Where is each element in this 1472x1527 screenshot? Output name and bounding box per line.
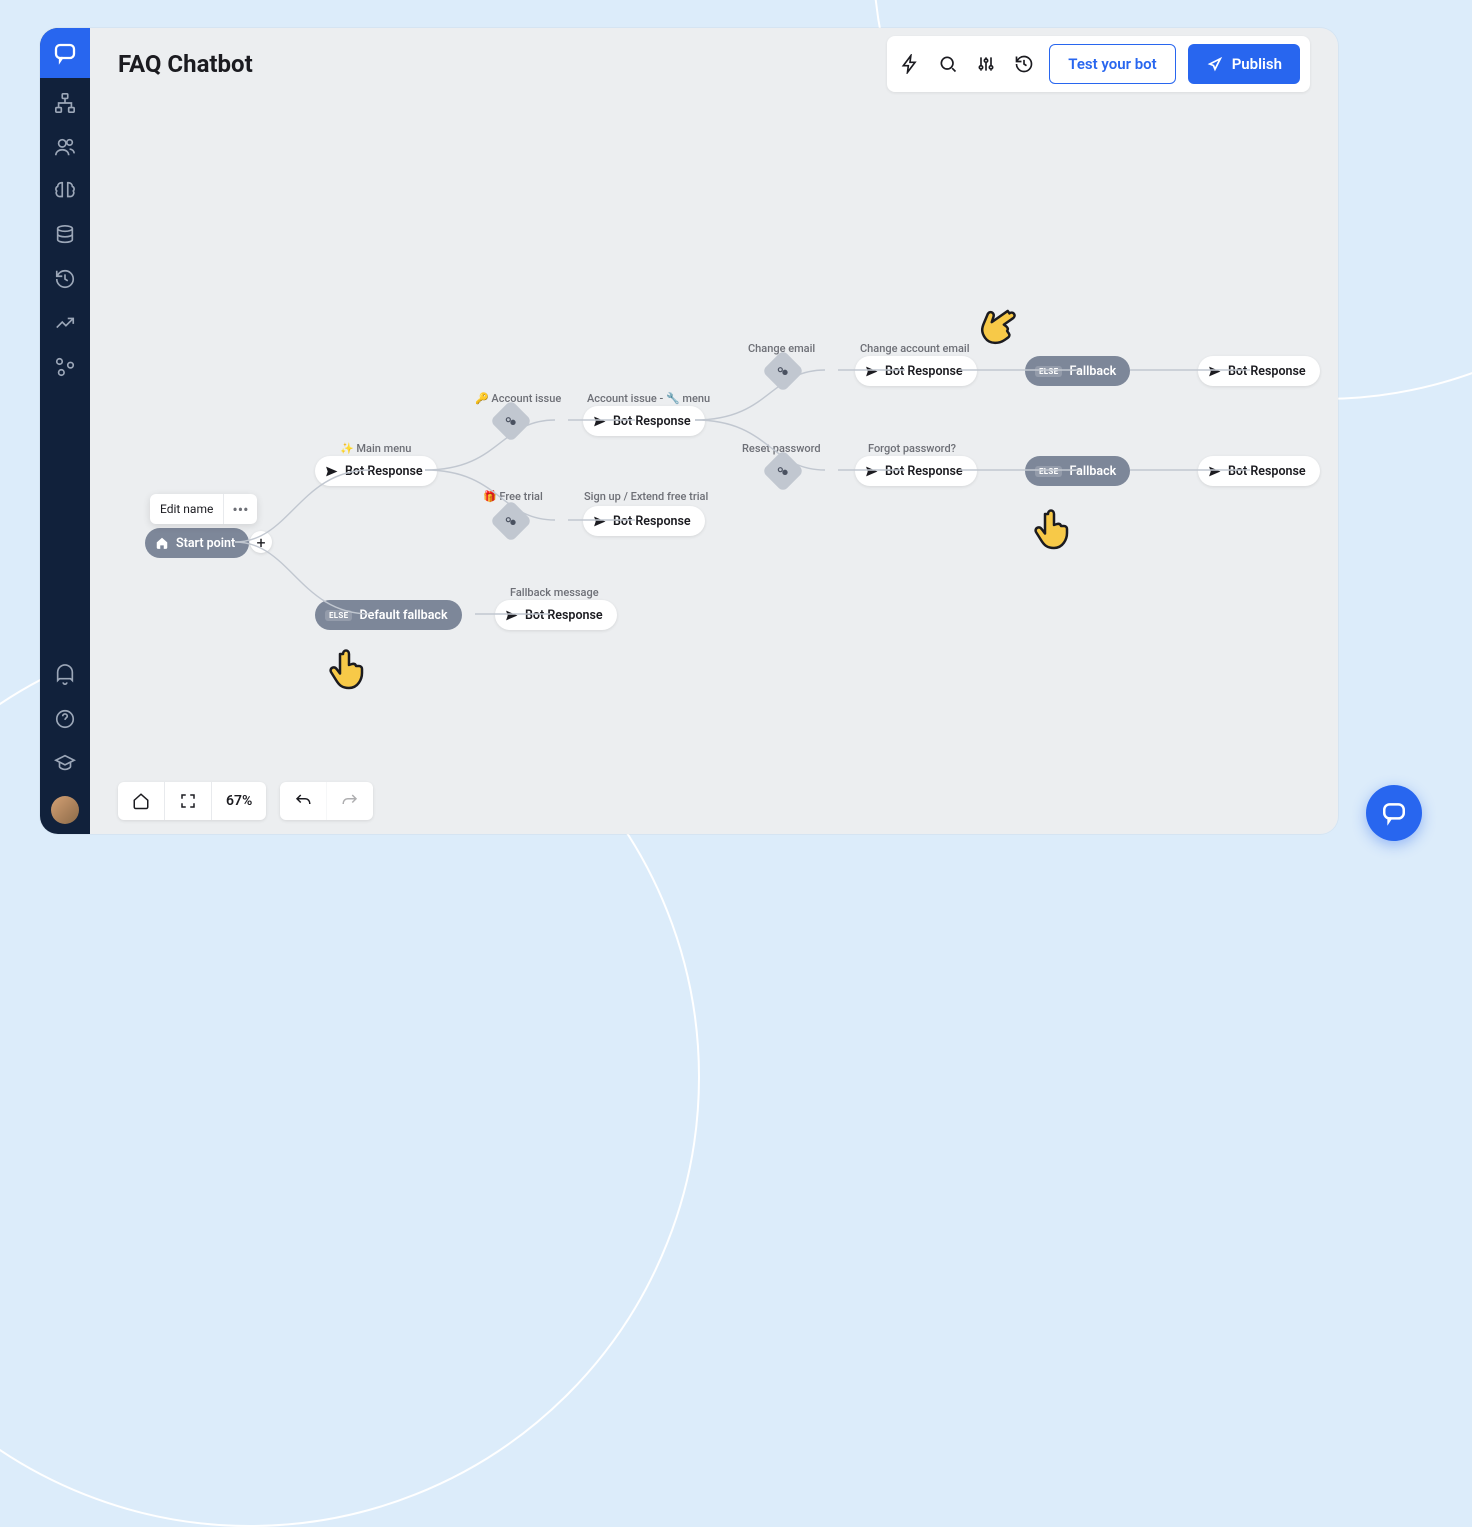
node-context-menu: Edit name •••: [150, 494, 257, 524]
bot-response-node[interactable]: Bot Response: [855, 456, 977, 486]
fallback-node[interactable]: ELSE Fallback: [1025, 456, 1130, 486]
canvas[interactable]: FAQ Chatbot Test your bot Publish: [90, 28, 1338, 834]
node-label: Fallback message: [510, 586, 599, 599]
notifications-icon[interactable]: [54, 664, 76, 690]
brain-icon[interactable]: [54, 180, 76, 206]
bot-response-node[interactable]: Bot Response: [1198, 356, 1320, 386]
bot-response-node[interactable]: Bot Response: [855, 356, 977, 386]
bot-response-node[interactable]: Bot Response: [315, 456, 437, 486]
edit-name-button[interactable]: Edit name: [150, 494, 224, 524]
user-avatar[interactable]: [51, 796, 79, 824]
condition-node[interactable]: [490, 400, 532, 442]
node-label: 🎁 Free trial: [483, 490, 543, 503]
home-view-button[interactable]: [118, 782, 164, 820]
app-window: FAQ Chatbot Test your bot Publish: [40, 28, 1338, 834]
fullscreen-button[interactable]: [164, 782, 211, 820]
history-icon[interactable]: [54, 268, 76, 294]
default-fallback-node[interactable]: ELSE Default fallback: [315, 600, 462, 630]
cursor-decoration: [325, 648, 369, 696]
bot-response-node[interactable]: Bot Response: [583, 506, 705, 536]
chat-widget-button[interactable]: [1366, 785, 1422, 841]
node-label: ✨ Main menu: [340, 442, 411, 455]
header: FAQ Chatbot Test your bot Publish: [90, 28, 1338, 100]
condition-node[interactable]: [762, 450, 804, 492]
node-label: Account issue - 🔧 menu: [587, 392, 710, 405]
users-icon[interactable]: [54, 136, 76, 162]
help-icon[interactable]: [54, 708, 76, 734]
zoom-level[interactable]: 67%: [211, 782, 266, 820]
bot-response-node[interactable]: Bot Response: [1198, 456, 1320, 486]
search-icon[interactable]: [935, 51, 961, 77]
start-node[interactable]: Start point: [145, 528, 249, 558]
node-label: Forgot password?: [868, 442, 956, 455]
cursor-decoration: [965, 295, 1030, 359]
clock-icon[interactable]: [1011, 51, 1037, 77]
add-node-button[interactable]: +: [250, 531, 272, 553]
integrations-icon[interactable]: [54, 356, 76, 382]
page-title: FAQ Chatbot: [118, 50, 253, 78]
settings-icon[interactable]: [973, 51, 999, 77]
condition-node[interactable]: [762, 350, 804, 392]
lightning-icon[interactable]: [897, 51, 923, 77]
bot-response-node[interactable]: Bot Response: [583, 406, 705, 436]
redo-button[interactable]: [326, 782, 373, 820]
node-label: Sign up / Extend free trial: [584, 490, 708, 503]
cursor-decoration: [1030, 508, 1074, 556]
flow-icon[interactable]: [54, 92, 76, 118]
undo-button[interactable]: [280, 782, 326, 820]
test-bot-button[interactable]: Test your bot: [1049, 44, 1175, 84]
node-label: Change account email: [860, 342, 970, 355]
more-options-button[interactable]: •••: [224, 500, 256, 519]
app-logo[interactable]: [40, 28, 90, 78]
canvas-toolbar: 67%: [118, 782, 373, 820]
database-icon[interactable]: [54, 224, 76, 250]
condition-node[interactable]: [490, 500, 532, 542]
fallback-node[interactable]: ELSE Fallback: [1025, 356, 1130, 386]
education-icon[interactable]: [54, 752, 76, 778]
publish-button[interactable]: Publish: [1188, 44, 1300, 84]
bot-response-node[interactable]: Bot Response: [495, 600, 617, 630]
sidebar: [40, 28, 90, 834]
analytics-icon[interactable]: [54, 312, 76, 338]
node-label: 🔑 Account issue: [475, 392, 561, 405]
